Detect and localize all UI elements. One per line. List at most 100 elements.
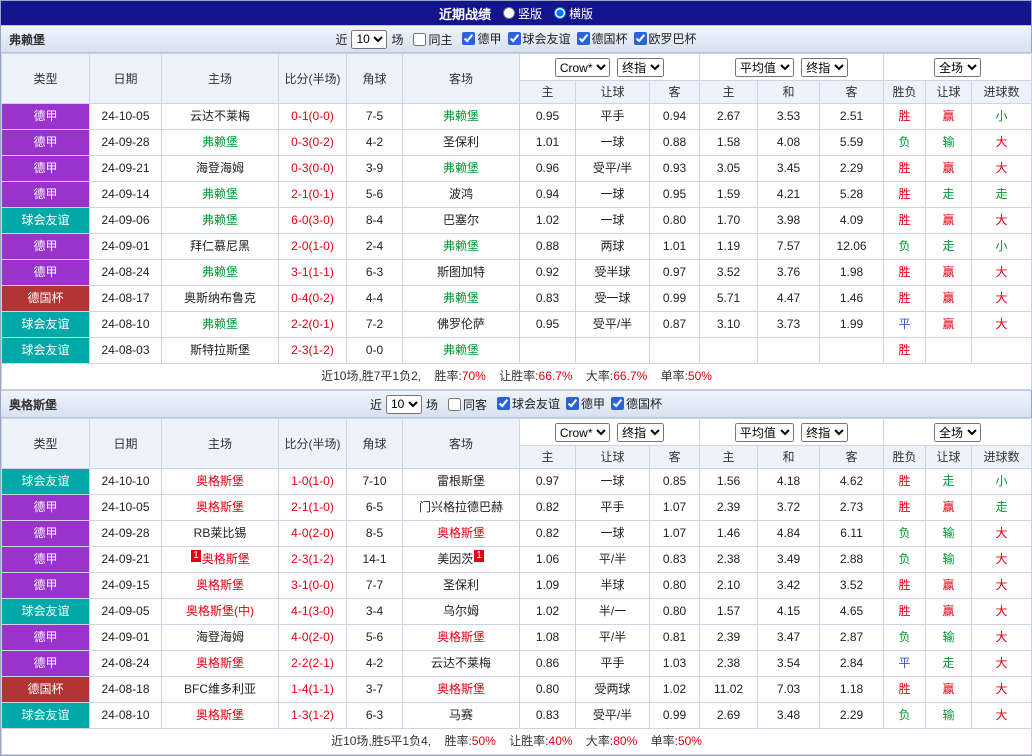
away-team-link[interactable]: 弗赖堡 xyxy=(402,337,520,364)
win-loss-result: 胜 xyxy=(883,676,927,703)
league-filter[interactable]: 欧罗巴杯 xyxy=(633,30,697,47)
league-filter[interactable]: 德甲 xyxy=(462,30,502,47)
score-link[interactable]: 0-3(0-0) xyxy=(278,155,347,182)
home-team-link[interactable]: 弗赖堡 xyxy=(161,259,279,286)
score-link[interactable]: 1-3(1-2) xyxy=(278,702,347,729)
home-team-link[interactable]: 奥格斯堡 xyxy=(161,468,279,495)
odds-time-select[interactable]: 终指 xyxy=(617,58,665,78)
same-venue-checkbox[interactable] xyxy=(413,32,427,46)
score-link[interactable]: 6-0(3-0) xyxy=(278,207,347,234)
league-filter[interactable]: 德国杯 xyxy=(576,30,628,47)
away-team-link[interactable]: 美因茨 1 xyxy=(402,546,520,573)
bookmaker-select[interactable]: Crow* xyxy=(554,58,610,78)
home-team-link[interactable]: 弗赖堡 xyxy=(161,311,279,338)
league-checkbox[interactable] xyxy=(611,397,625,410)
away-team-link[interactable]: 波鸿 xyxy=(402,181,520,208)
home-team-link[interactable]: 奥格斯堡(中) xyxy=(161,598,279,625)
home-team-link[interactable]: 海登海姆 xyxy=(161,624,279,651)
away-team-link[interactable]: 雷根斯堡 xyxy=(402,468,520,495)
away-team-link[interactable]: 巴塞尔 xyxy=(402,207,520,234)
score-link[interactable]: 2-2(2-1) xyxy=(278,650,347,677)
euro-time-select[interactable]: 终指 xyxy=(801,423,849,443)
away-team-link[interactable]: 马赛 xyxy=(402,702,520,729)
score-link[interactable]: 0-3(0-2) xyxy=(278,129,347,156)
league-filter[interactable]: 德甲 xyxy=(566,395,605,412)
match-date: 24-08-17 xyxy=(89,285,162,312)
euro-time-select[interactable]: 终指 xyxy=(801,58,849,78)
scope-select[interactable]: 全场 xyxy=(934,423,982,443)
away-team-link[interactable]: 奥格斯堡 xyxy=(402,676,520,703)
home-team-link[interactable]: BFC维多利亚 xyxy=(161,676,279,703)
league-filter[interactable]: 球会友谊 xyxy=(507,30,571,47)
scope-select[interactable]: 全场 xyxy=(934,58,982,78)
league-checkbox[interactable] xyxy=(462,32,476,45)
same-venue-filter[interactable]: 同客 xyxy=(447,396,487,413)
away-team-link[interactable]: 弗赖堡 xyxy=(402,103,520,130)
away-team-link[interactable]: 圣保利 xyxy=(402,572,520,599)
home-team-link[interactable]: 奥格斯堡 xyxy=(161,572,279,599)
home-team-link[interactable]: 斯特拉斯堡 xyxy=(161,337,279,364)
score-link[interactable]: 3-1(0-0) xyxy=(278,572,347,599)
home-team-link[interactable]: 弗赖堡 xyxy=(161,181,279,208)
home-team-link[interactable]: 奥格斯堡 xyxy=(161,494,279,521)
score-link[interactable]: 2-3(1-2) xyxy=(278,546,347,573)
home-team-link[interactable]: 奥斯纳布鲁克 xyxy=(161,285,279,312)
away-team-link[interactable]: 圣保利 xyxy=(402,129,520,156)
away-team-link[interactable]: 奥格斯堡 xyxy=(402,520,520,547)
home-team-link[interactable]: 拜仁慕尼黑 xyxy=(161,233,279,260)
score-link[interactable]: 4-0(2-0) xyxy=(278,624,347,651)
euro-source-select[interactable]: 平均值 xyxy=(734,423,794,443)
score-link[interactable]: 4-1(3-0) xyxy=(278,598,347,625)
score-link[interactable]: 1-4(1-1) xyxy=(278,676,347,703)
away-team-link[interactable]: 弗赖堡 xyxy=(402,155,520,182)
league-checkbox[interactable] xyxy=(633,32,647,45)
horizontal-layout-radio[interactable] xyxy=(554,7,566,19)
league-checkbox[interactable] xyxy=(507,32,521,45)
vertical-layout-radio[interactable] xyxy=(502,7,515,19)
home-team-link[interactable]: 奥格斯堡 xyxy=(161,702,279,729)
same-venue-checkbox[interactable] xyxy=(447,397,461,411)
home-team-link[interactable]: 云达不莱梅 xyxy=(161,103,279,130)
euro-source-select[interactable]: 平均值 xyxy=(734,58,794,78)
league-filter[interactable]: 德国杯 xyxy=(611,395,662,412)
match-count-select[interactable]: 10 xyxy=(385,394,422,414)
away-team-link[interactable]: 斯图加特 xyxy=(402,259,520,286)
match-count-select[interactable]: 10 xyxy=(351,29,388,49)
score-link[interactable]: 2-0(1-0) xyxy=(278,233,347,260)
bookmaker-select[interactable]: Crow* xyxy=(554,423,610,443)
layout-vertical-option[interactable]: 竖版 xyxy=(502,5,542,22)
league-checkbox[interactable] xyxy=(566,397,580,410)
score-link[interactable]: 2-1(1-0) xyxy=(278,494,347,521)
league-filter[interactable]: 球会友谊 xyxy=(497,395,560,412)
euro-away-odds: 5.59 xyxy=(819,129,885,156)
home-team-link[interactable]: RB莱比锡 xyxy=(161,520,279,547)
score-link[interactable]: 2-3(1-2) xyxy=(278,337,347,364)
odds-time-select[interactable]: 终指 xyxy=(617,423,665,443)
score-link[interactable]: 3-1(1-1) xyxy=(278,259,347,286)
away-team-link[interactable]: 奥格斯堡 xyxy=(402,624,520,651)
league-filters: 德甲 球会友谊 德国杯 欧罗巴杯 xyxy=(456,30,697,48)
away-team-link[interactable]: 弗赖堡 xyxy=(402,285,520,312)
subcol-asia-line: 让球 xyxy=(575,80,650,104)
home-team-link[interactable]: 弗赖堡 xyxy=(161,207,279,234)
away-team-link[interactable]: 门兴格拉德巴赫 xyxy=(402,494,520,521)
score-link[interactable]: 2-2(0-1) xyxy=(278,311,347,338)
league-checkbox[interactable] xyxy=(576,32,590,45)
home-team-link[interactable]: 1 奥格斯堡 xyxy=(161,546,279,573)
same-venue-filter[interactable]: 同主 xyxy=(413,31,452,48)
score-link[interactable]: 1-0(1-0) xyxy=(278,468,347,495)
corner-count: 6-3 xyxy=(346,702,403,729)
away-team-link[interactable]: 云达不莱梅 xyxy=(402,650,520,677)
score-link[interactable]: 0-4(0-2) xyxy=(278,285,347,312)
score-link[interactable]: 0-1(0-0) xyxy=(278,103,347,130)
home-team-link[interactable]: 弗赖堡 xyxy=(161,129,279,156)
away-team-link[interactable]: 乌尔姆 xyxy=(402,598,520,625)
score-link[interactable]: 4-0(2-0) xyxy=(278,520,347,547)
home-team-link[interactable]: 奥格斯堡 xyxy=(161,650,279,677)
home-team-link[interactable]: 海登海姆 xyxy=(161,155,279,182)
league-checkbox[interactable] xyxy=(497,397,510,410)
layout-horizontal-option[interactable]: 横版 xyxy=(554,5,593,22)
away-team-link[interactable]: 佛罗伦萨 xyxy=(402,311,520,338)
away-team-link[interactable]: 弗赖堡 xyxy=(402,233,520,260)
score-link[interactable]: 2-1(0-1) xyxy=(278,181,347,208)
